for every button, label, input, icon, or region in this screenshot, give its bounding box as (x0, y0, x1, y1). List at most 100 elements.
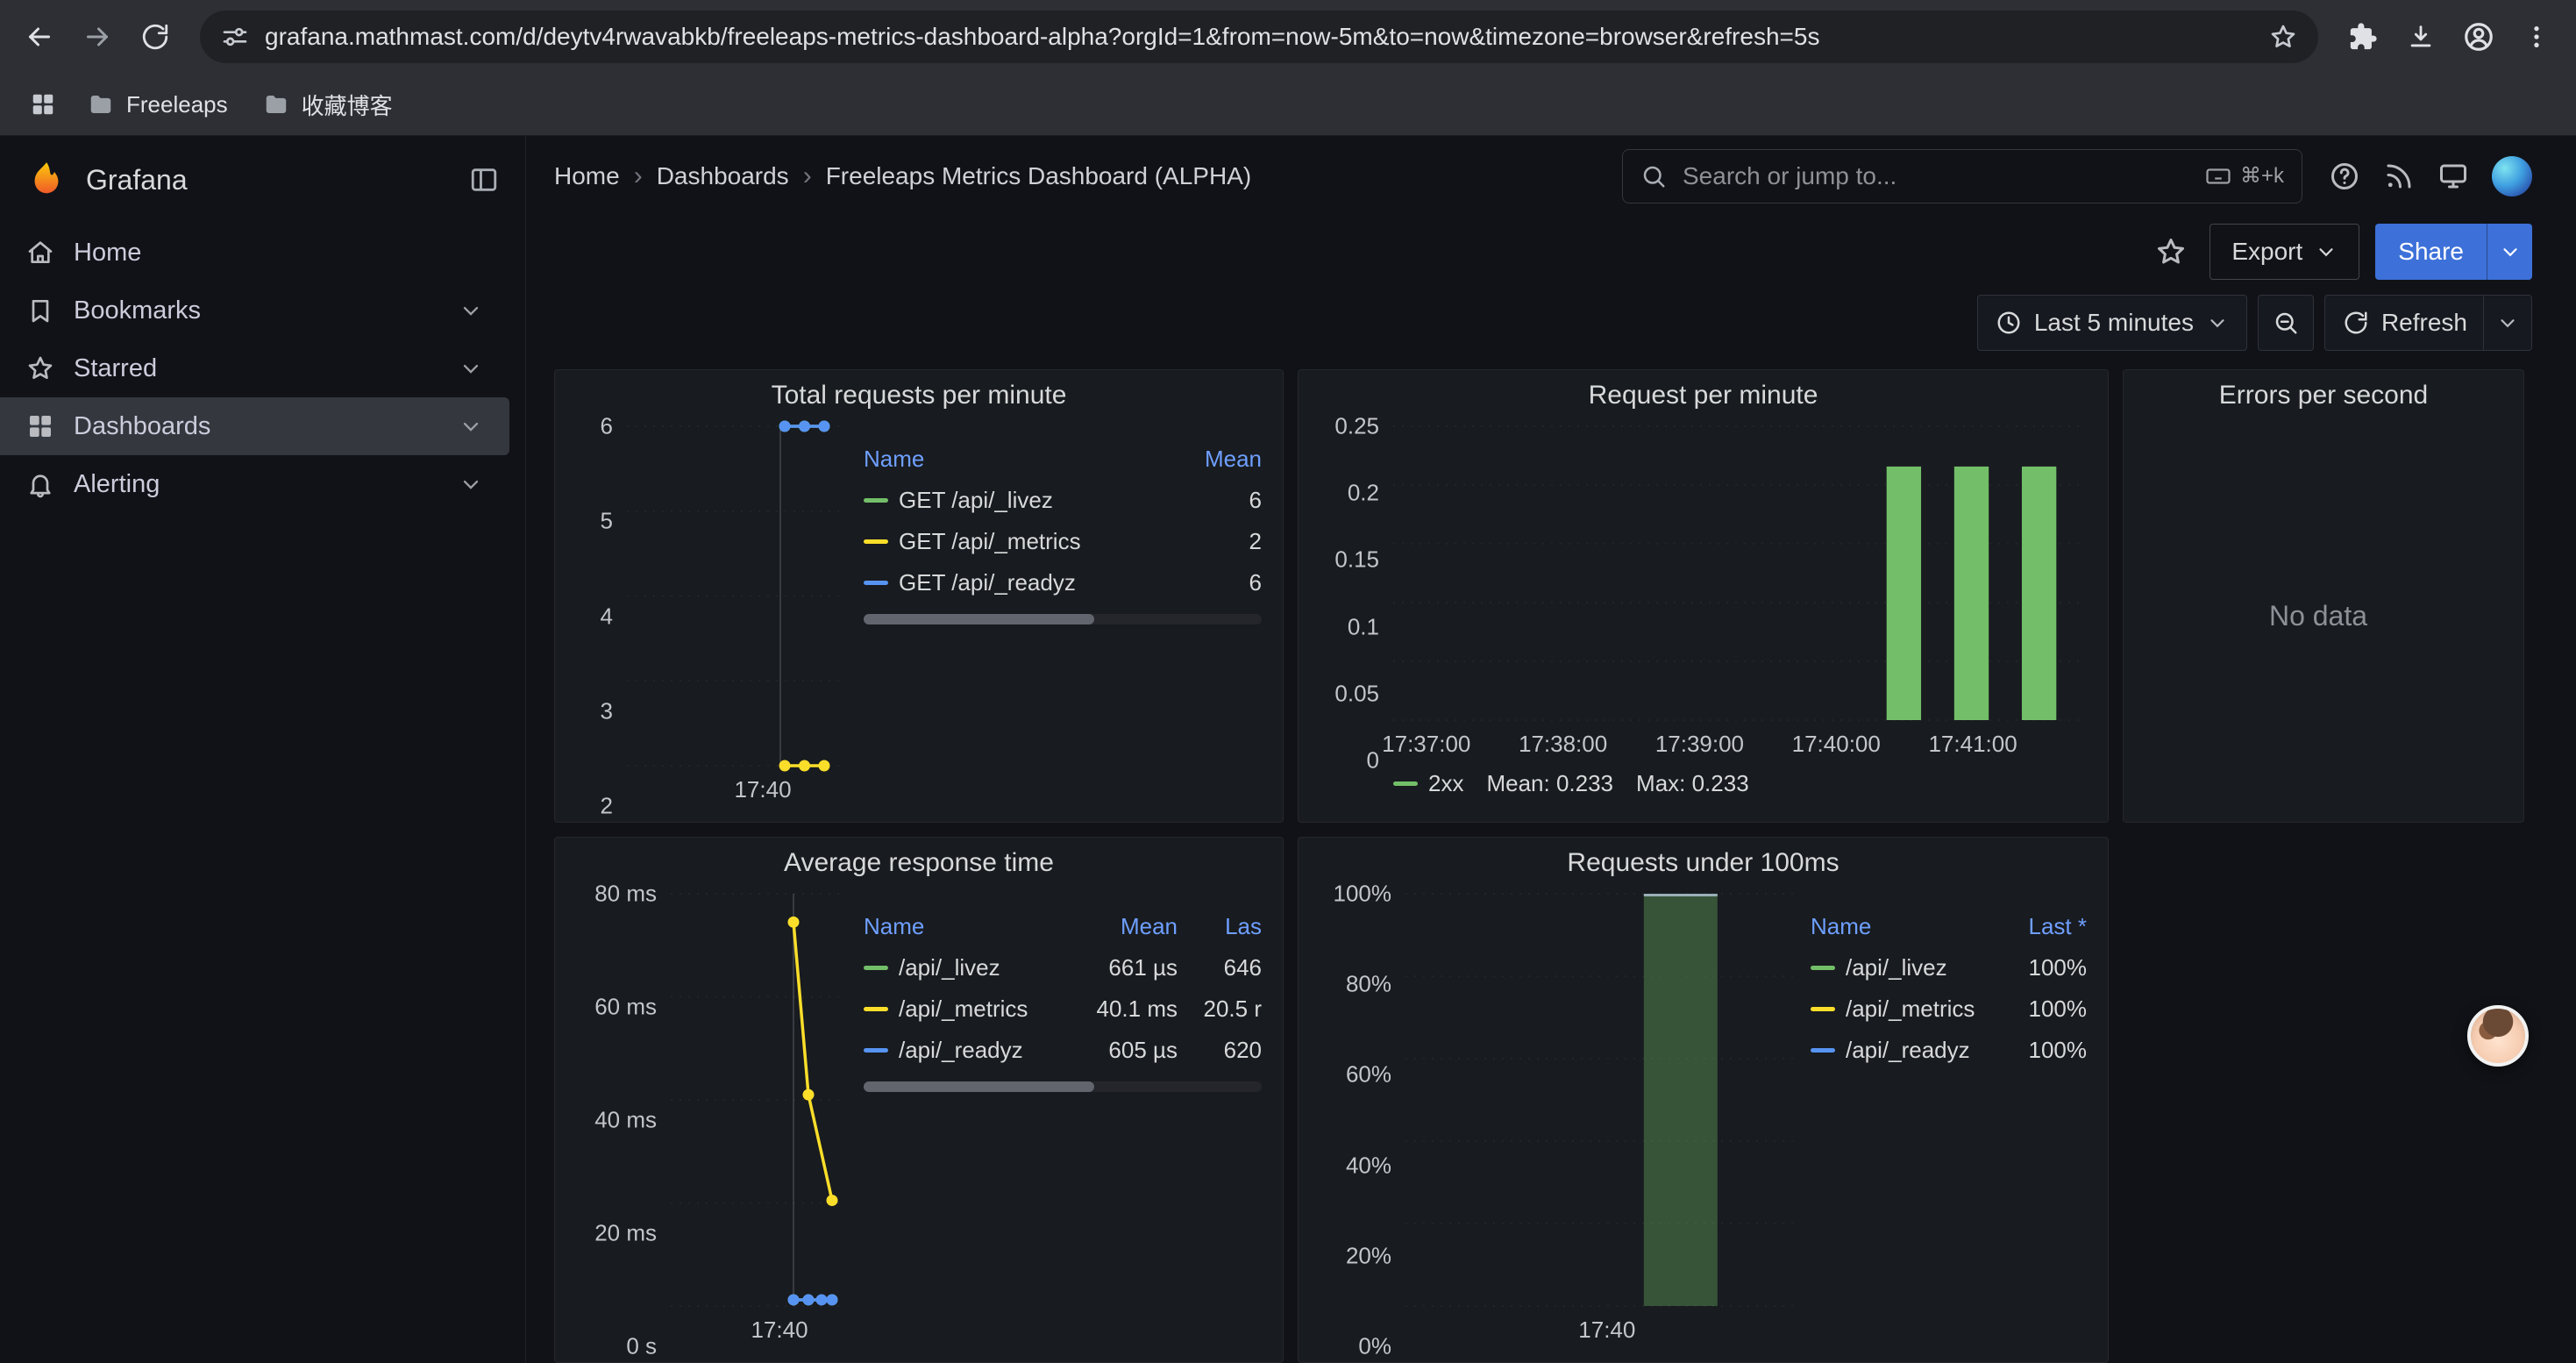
legend-header[interactable]: Name Mean Las (864, 906, 1262, 947)
profile-icon[interactable] (2453, 11, 2504, 62)
clock-icon (1996, 310, 2022, 336)
panel-total-requests-per-minute: Total requests per minute 6 5 4 3 2 (554, 369, 1284, 823)
scrollbar-thumb[interactable] (864, 1081, 1094, 1092)
legend-row[interactable]: GET /api/_metrics 2 (864, 521, 1262, 562)
panel-header[interactable]: Errors per second (2124, 370, 2523, 421)
chevron-down-icon[interactable] (459, 472, 483, 496)
panel-header[interactable]: Total requests per minute (555, 370, 1283, 421)
legend-row[interactable]: /api/_readyz 100% (1811, 1030, 2087, 1071)
chevron-down-icon[interactable] (459, 414, 483, 439)
user-avatar[interactable] (2492, 156, 2532, 196)
y-axis: 80 ms 60 ms 40 ms 20 ms 0 s (566, 894, 671, 1346)
legend-header[interactable]: Name Mean (864, 439, 1262, 480)
breadcrumb-separator: › (634, 161, 643, 191)
url-text[interactable]: grafana.mathmast.com/d/deytv4rwavabkb/fr… (265, 23, 1819, 51)
assistant-avatar[interactable] (2467, 1005, 2529, 1067)
series-swatch (1811, 1007, 1835, 1011)
downloads-icon[interactable] (2395, 11, 2446, 62)
grafana-logo-icon[interactable] (26, 160, 67, 200)
news-rss-icon[interactable] (2383, 161, 2415, 192)
panel-header[interactable]: Requests under 100ms (1299, 838, 2108, 888)
bookmark-folder-freeleaps[interactable]: Freeleaps (74, 82, 242, 127)
legend-row[interactable]: /api/_livez 661 µs 646 (864, 947, 1262, 988)
panel-errors-per-second: Errors per second No data (2123, 369, 2524, 823)
plot[interactable] (627, 426, 846, 766)
search-icon (1640, 163, 1667, 189)
sidebar-collapse-icon[interactable] (469, 165, 499, 195)
share-menu-button[interactable] (2487, 224, 2532, 280)
series-swatch (1393, 781, 1418, 786)
sidebar-item-bookmarks[interactable]: Bookmarks (0, 282, 509, 339)
series-swatch (1811, 966, 1835, 970)
plot[interactable] (1405, 894, 1793, 1306)
sidebar-item-label: Bookmarks (74, 296, 201, 325)
legend-row[interactable]: GET /api/_readyz 6 (864, 562, 1262, 603)
refresh-interval-button[interactable] (2483, 296, 2531, 350)
back-button[interactable] (14, 11, 65, 62)
breadcrumb-dashboards[interactable]: Dashboards (657, 162, 789, 190)
bookmarks-bar: Freeleaps 收藏博客 (0, 74, 2576, 136)
browser-menu-icon[interactable] (2511, 11, 2562, 62)
series-swatch (864, 1048, 888, 1053)
refresh-button[interactable] (130, 11, 181, 62)
bookmark-folder-blogs[interactable]: 收藏博客 (249, 80, 407, 130)
legend-row[interactable]: /api/_readyz 605 µs 620 (864, 1030, 1262, 1071)
legend-row[interactable]: /api/_metrics 40.1 ms 20.5 r (864, 988, 1262, 1030)
search-input[interactable] (1681, 161, 2191, 191)
grafana-brand[interactable]: Grafana (86, 164, 450, 196)
monitor-icon[interactable] (2437, 161, 2469, 192)
share-button[interactable]: Share (2375, 224, 2487, 280)
help-icon[interactable] (2329, 161, 2360, 192)
sidebar-item-dashboards[interactable]: Dashboards (0, 397, 509, 455)
url-bar[interactable]: grafana.mathmast.com/d/deytv4rwavabkb/fr… (200, 11, 2318, 63)
refresh-dashboard-button[interactable]: Refresh (2324, 295, 2532, 351)
legend-row[interactable]: /api/_metrics 100% (1811, 988, 2087, 1030)
plot[interactable] (671, 894, 846, 1306)
plot[interactable] (1393, 426, 2083, 720)
bell-icon (26, 470, 54, 498)
breadcrumb-home[interactable]: Home (554, 162, 620, 190)
chevron-down-icon (2499, 240, 2522, 263)
sidebar-header: Grafana (0, 136, 525, 224)
scrollbar-thumb[interactable] (864, 614, 1094, 624)
time-range-picker[interactable]: Last 5 minutes (1977, 295, 2247, 351)
legend-row[interactable]: GET /api/_livez 6 (864, 480, 1262, 521)
legend-row[interactable]: /api/_livez 100% (1811, 947, 2087, 988)
bookmark-label: 收藏博客 (302, 89, 393, 121)
timeseries-chart: 6 5 4 3 2 17:40 (566, 426, 846, 806)
favorite-star-icon[interactable] (2155, 236, 2187, 268)
export-button[interactable]: Export (2210, 224, 2359, 280)
panel-title: Request per minute (1589, 381, 1818, 410)
sidebar-item-home[interactable]: Home (0, 224, 509, 282)
apps-grid-icon[interactable] (19, 81, 67, 128)
chevron-down-icon (2206, 311, 2229, 334)
legend-header[interactable]: Name Last * (1811, 906, 2087, 947)
legend: Name Last * /api/_livez 100% /api/_metri… (1793, 906, 2087, 1346)
bookmark-star-icon[interactable] (2269, 23, 2297, 51)
dashboard-search[interactable]: ⌘+k (1622, 149, 2302, 203)
forward-button[interactable] (72, 11, 123, 62)
panel-header[interactable]: Average response time (555, 838, 1283, 888)
breadcrumb: Home › Dashboards › Freeleaps Metrics Da… (554, 161, 1251, 191)
sidebar-item-alerting[interactable]: Alerting (0, 455, 509, 513)
bookmark-label: Freeleaps (126, 91, 228, 118)
legend-scrollbar[interactable] (864, 614, 1262, 624)
breadcrumb-current: Freeleaps Metrics Dashboard (ALPHA) (826, 162, 1252, 190)
time-controls-row: Last 5 minutes Refresh (554, 287, 2532, 358)
dashboards-grid-icon (26, 412, 54, 440)
breadcrumb-separator: › (803, 161, 812, 191)
zoom-out-button[interactable] (2258, 295, 2314, 351)
site-settings-icon[interactable] (221, 23, 249, 51)
extensions-icon[interactable] (2338, 11, 2388, 62)
sidebar-item-starred[interactable]: Starred (0, 339, 509, 397)
chevron-down-icon[interactable] (459, 356, 483, 381)
legend: 2xx Mean: 0.233 Max: 0.233 (1309, 760, 2083, 806)
legend-item[interactable]: 2xx (1393, 770, 1463, 797)
sidebar-item-label: Alerting (74, 470, 160, 499)
legend-scrollbar[interactable] (864, 1081, 1262, 1092)
no-data-message: No data (2134, 426, 2502, 806)
series-swatch (864, 498, 888, 503)
panel-title: Average response time (784, 848, 1054, 878)
panel-header[interactable]: Request per minute (1299, 370, 2108, 421)
chevron-down-icon[interactable] (459, 298, 483, 323)
